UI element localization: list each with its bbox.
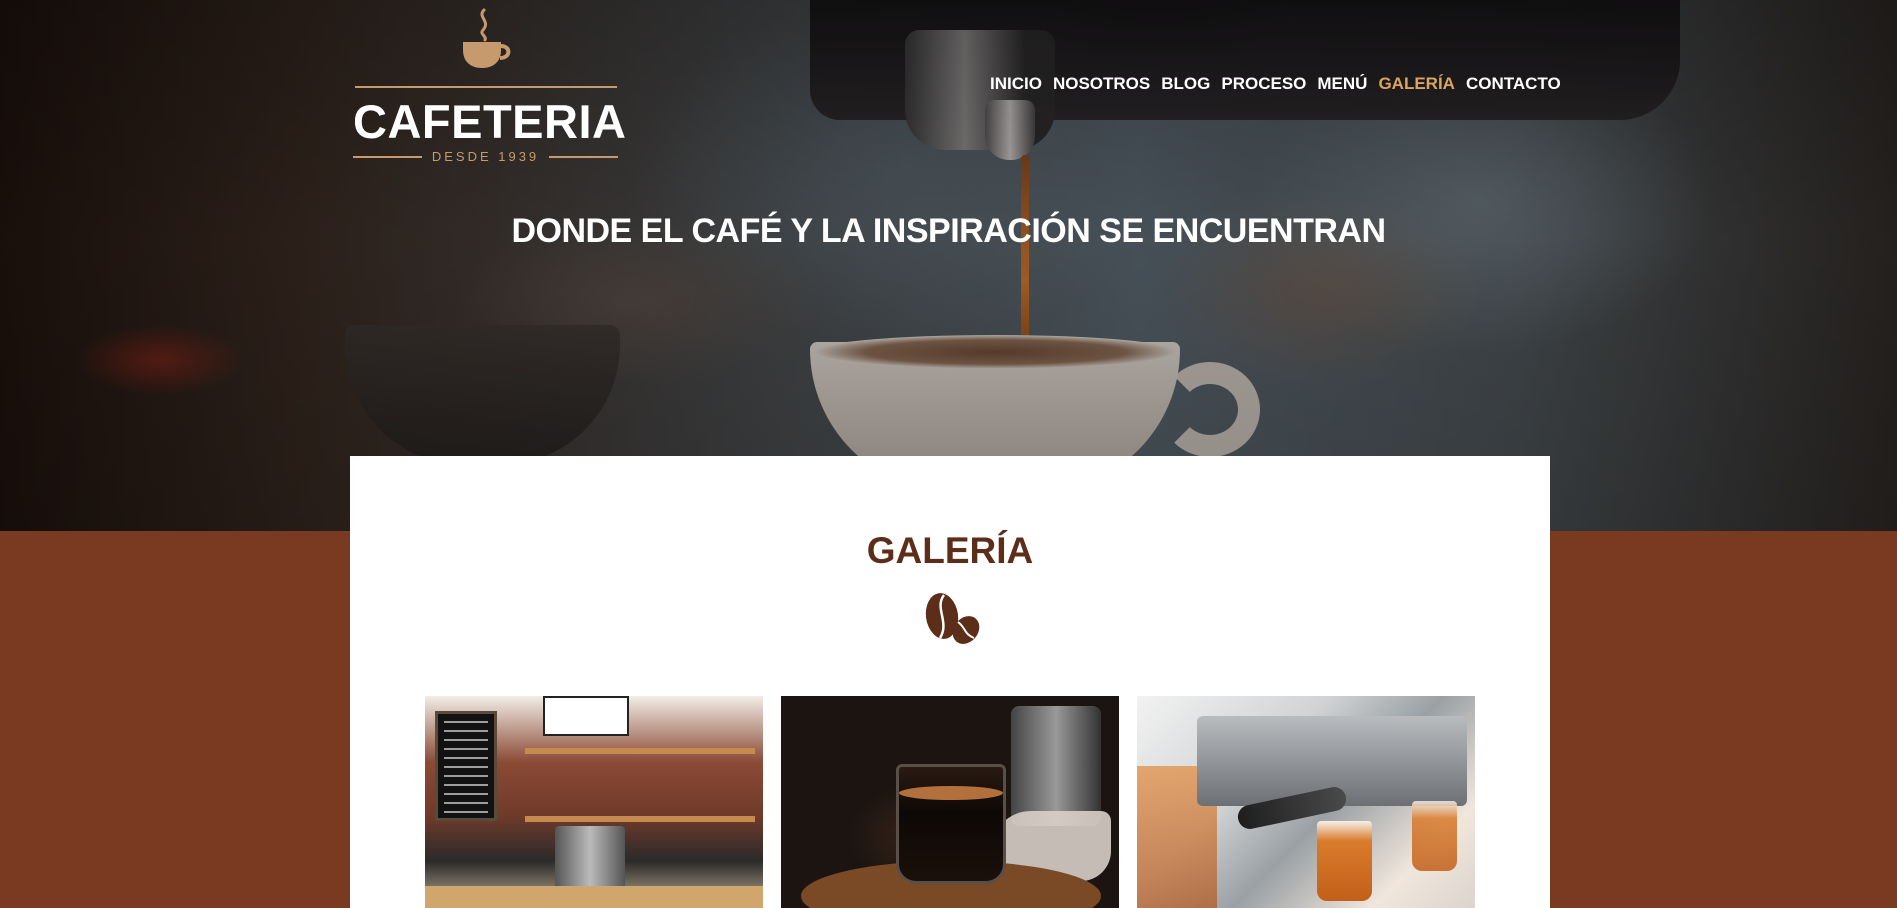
- page: CAFETERIA DESDE 1939 INICIO NOSOTROS BLO…: [0, 0, 1897, 908]
- gallery-image-coffee-shop-counter[interactable]: [425, 696, 763, 908]
- nav-item-contacto[interactable]: CONTACTO: [1466, 74, 1561, 94]
- gallery-image-espresso-glass[interactable]: [781, 696, 1119, 908]
- paper-cup: [1412, 801, 1457, 871]
- gallery-section: GALERÍA: [350, 456, 1550, 908]
- menu-chalkboard: [435, 711, 497, 821]
- espresso-glass: [896, 764, 1006, 884]
- espresso-crema: [899, 786, 1003, 800]
- logo-rule-left: [353, 155, 422, 158]
- coffee-beans-icon: [925, 593, 980, 644]
- shop-shelf: [525, 748, 755, 754]
- nav-item-menu[interactable]: MENÚ: [1317, 74, 1367, 94]
- shop-window: [543, 696, 629, 736]
- gallery-image-espresso-machine[interactable]: [1137, 696, 1475, 908]
- hero-overlay: [0, 0, 1897, 531]
- moka-pot: [1011, 706, 1101, 826]
- nav-item-proceso[interactable]: PROCESO: [1221, 74, 1306, 94]
- hero-banner: [0, 0, 1897, 531]
- nav-item-inicio[interactable]: INICIO: [990, 74, 1042, 94]
- nav-item-nosotros[interactable]: NOSOTROS: [1053, 74, 1150, 94]
- logo-subtitle: DESDE 1939: [353, 149, 619, 164]
- shop-counter: [425, 886, 763, 908]
- logo-rule-right: [549, 155, 619, 158]
- nav-item-galeria[interactable]: GALERÍA: [1378, 74, 1455, 94]
- gallery-title: GALERÍA: [866, 530, 1034, 571]
- coffee-cup-icon: [463, 8, 511, 68]
- logo-title: CAFETERIA: [353, 95, 627, 148]
- paper-cup: [1317, 821, 1372, 901]
- logo-since-text: DESDE 1939: [431, 149, 540, 164]
- logo-divider: [355, 86, 617, 88]
- main-navigation: INICIO NOSOTROS BLOG PROCESO MENÚ GALERÍ…: [990, 74, 1561, 94]
- site-logo[interactable]: CAFETERIA DESDE 1939: [353, 8, 627, 168]
- nav-item-blog[interactable]: BLOG: [1161, 74, 1210, 94]
- hero-tagline: DONDE EL CAFÉ Y LA INSPIRACIÓN SE ENCUEN…: [511, 212, 1386, 250]
- shop-shelf: [525, 816, 755, 822]
